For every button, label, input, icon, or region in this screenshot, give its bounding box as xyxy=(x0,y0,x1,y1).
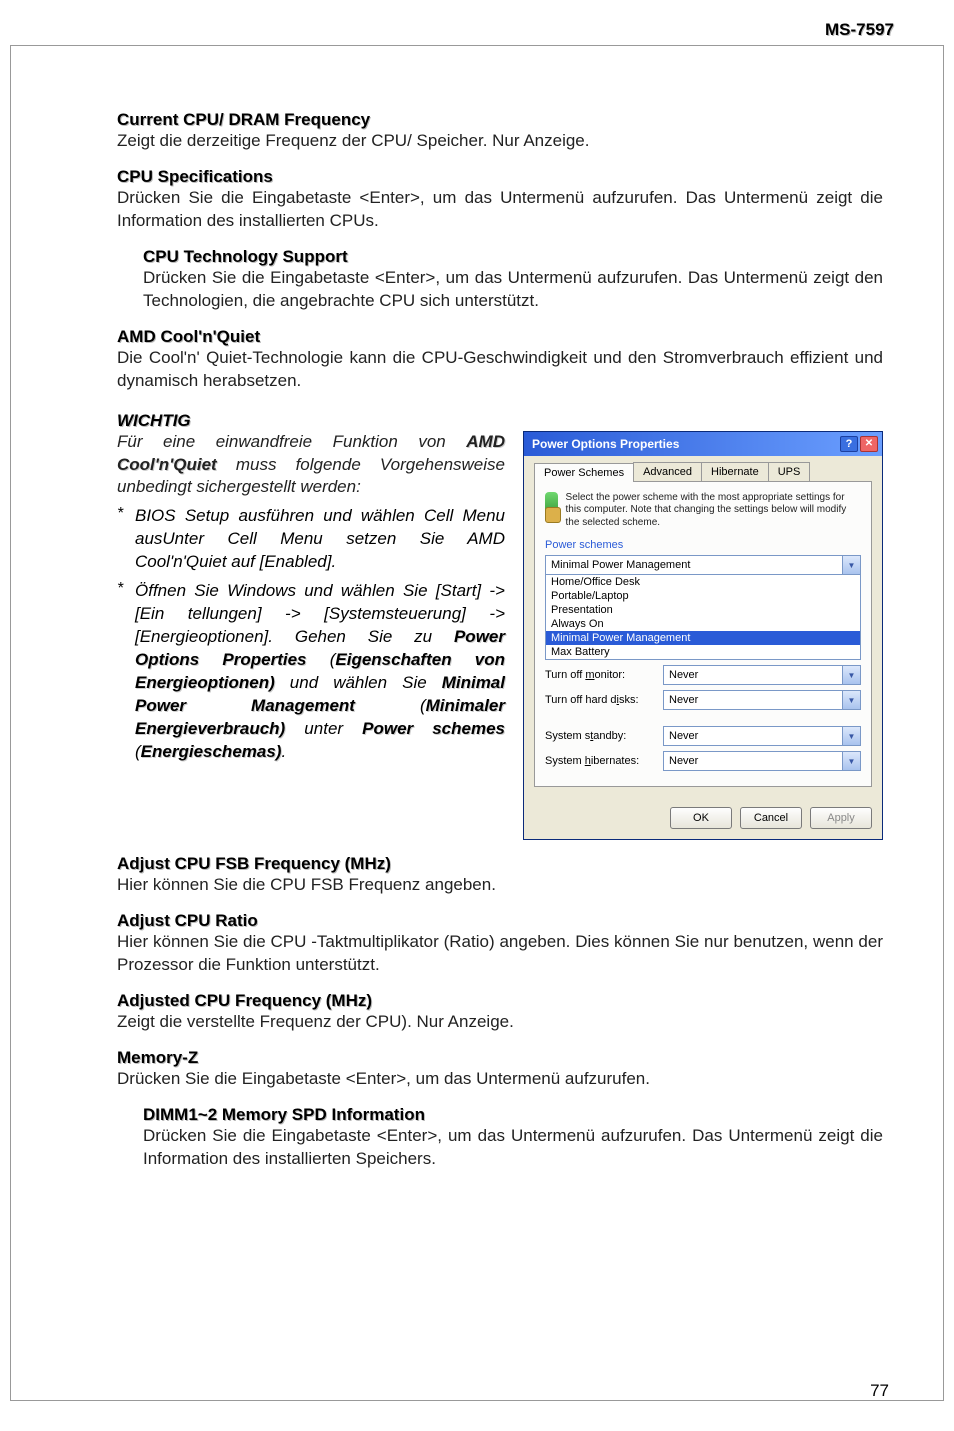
body-current-cpu-dram: Zeigt die derzeitige Frequenz der CPU/ S… xyxy=(117,130,883,153)
chevron-down-icon[interactable]: ▼ xyxy=(842,666,860,684)
scheme-selected: Minimal Power Management xyxy=(546,559,842,571)
body-amd-cnq: Die Cool'n' Quiet-Technologie kann die C… xyxy=(117,347,883,393)
chevron-down-icon[interactable]: ▼ xyxy=(842,691,860,709)
bullet-star-1: * xyxy=(117,505,127,574)
b2mid: und wählen Sie xyxy=(275,673,442,692)
scheme-dropdown[interactable]: Minimal Power Management ▼ xyxy=(545,555,861,575)
tab-panel: Select the power scheme with the most ap… xyxy=(534,482,872,788)
dialog-tabs: Power Schemes Advanced Hibernate UPS xyxy=(534,462,872,482)
label-system-standby: System standby: xyxy=(545,730,657,742)
bullet-star-2: * xyxy=(117,580,127,764)
label-system-hibernates: System hibernates: xyxy=(545,755,657,767)
value-turnoff-disks: Never xyxy=(664,694,842,706)
scheme-listbox[interactable]: Home/Office Desk Portable/Laptop Present… xyxy=(545,574,861,660)
page-content: Current CPU/ DRAM Frequency Zeigt die de… xyxy=(10,45,944,1401)
b2p5: Power schemes xyxy=(362,719,505,738)
scheme-option[interactable]: Max Battery xyxy=(546,645,860,659)
heading-adjust-fsb: Adjust CPU FSB Frequency (MHz) xyxy=(117,854,883,874)
apply-button[interactable]: Apply xyxy=(810,807,872,829)
tab-ups[interactable]: UPS xyxy=(768,462,811,481)
dialog-description: Select the power scheme with the most ap… xyxy=(566,492,861,530)
power-icon xyxy=(545,492,558,520)
close-button[interactable]: ✕ xyxy=(860,436,878,452)
dropdown-turnoff-disks[interactable]: Never ▼ xyxy=(663,690,861,710)
heading-amd-cnq: AMD Cool'n'Quiet xyxy=(117,327,883,347)
heading-current-cpu-dram: Current CPU/ DRAM Frequency xyxy=(117,110,883,130)
b2a: Öffnen Sie Windows und wählen Sie [Start… xyxy=(135,581,505,646)
b2end: . xyxy=(281,742,286,761)
b2mid2: unter xyxy=(285,719,362,738)
chevron-down-icon[interactable]: ▼ xyxy=(842,752,860,770)
label-turnoff-disks: Turn off hard disks: xyxy=(545,694,657,706)
tab-hibernate[interactable]: Hibernate xyxy=(701,462,769,481)
ok-button[interactable]: OK xyxy=(670,807,732,829)
bullet-1: BIOS Setup ausführen und wählen Cell Men… xyxy=(135,505,505,574)
scheme-option[interactable]: Home/Office Desk xyxy=(546,575,860,589)
wichtig-intro-pre: Für eine einwandfreie Funktion von xyxy=(117,432,466,451)
wichtig-intro: Für eine einwandfreie Funktion von AMD C… xyxy=(117,431,505,500)
heading-memory-z: Memory-Z xyxy=(117,1048,883,1068)
chevron-down-icon[interactable]: ▼ xyxy=(842,727,860,745)
help-button[interactable]: ? xyxy=(840,436,858,452)
heading-cpu-specs: CPU Specifications xyxy=(117,167,883,187)
body-memory-z: Drücken Sie die Eingabetaste <Enter>, um… xyxy=(117,1068,883,1091)
dropdown-system-hibernates[interactable]: Never ▼ xyxy=(663,751,861,771)
heading-adjust-ratio: Adjust CPU Ratio xyxy=(117,911,883,931)
heading-adjusted-freq: Adjusted CPU Frequency (MHz) xyxy=(117,991,883,1011)
b2p3a: ( xyxy=(355,696,426,715)
tab-advanced[interactable]: Advanced xyxy=(633,462,702,481)
chevron-down-icon[interactable]: ▼ xyxy=(842,556,860,574)
scheme-option[interactable]: Portable/Laptop xyxy=(546,589,860,603)
heading-dimm-spd: DIMM1~2 Memory SPD Information xyxy=(143,1105,883,1125)
label-turnoff-monitor: Turn off monitor: xyxy=(545,669,657,681)
group-label-power-schemes: Power schemes xyxy=(545,539,861,551)
body-cpu-specs: Drücken Sie die Eingabetaste <Enter>, um… xyxy=(117,187,883,233)
value-turnoff-monitor: Never xyxy=(664,669,842,681)
dropdown-turnoff-monitor[interactable]: Never ▼ xyxy=(663,665,861,685)
dialog-title: Power Options Properties xyxy=(532,437,838,451)
value-system-standby: Never xyxy=(664,730,842,742)
b2p1a: ( xyxy=(307,650,336,669)
page-number: 77 xyxy=(870,1381,889,1401)
body-adjusted-freq: Zeigt die verstellte Frequenz der CPU). … xyxy=(117,1011,883,1034)
heading-cpu-tech: CPU Technology Support xyxy=(143,247,883,267)
value-system-hibernates: Never xyxy=(664,755,842,767)
page-header-model: MS-7597 xyxy=(825,20,894,40)
body-adjust-ratio: Hier können Sie die CPU -Taktmultiplikat… xyxy=(117,931,883,977)
dropdown-system-standby[interactable]: Never ▼ xyxy=(663,726,861,746)
dialog-titlebar: Power Options Properties ? ✕ xyxy=(524,432,882,456)
tab-power-schemes[interactable]: Power Schemes xyxy=(534,463,634,482)
scheme-option[interactable]: Presentation xyxy=(546,603,860,617)
scheme-option-selected[interactable]: Minimal Power Management xyxy=(546,631,860,645)
body-dimm-spd: Drücken Sie die Eingabetaste <Enter>, um… xyxy=(143,1125,883,1171)
cancel-button[interactable]: Cancel xyxy=(740,807,802,829)
body-cpu-tech: Drücken Sie die Eingabetaste <Enter>, um… xyxy=(143,267,883,313)
b2p6: Energieschemas) xyxy=(141,742,282,761)
power-options-dialog: Power Options Properties ? ✕ Power Schem… xyxy=(523,431,883,841)
bullet-2: Öffnen Sie Windows und wählen Sie [Start… xyxy=(135,580,505,764)
scheme-option[interactable]: Always On xyxy=(546,617,860,631)
heading-wichtig: WICHTIG xyxy=(117,411,883,431)
body-adjust-fsb: Hier können Sie die CPU FSB Frequenz ang… xyxy=(117,874,883,897)
